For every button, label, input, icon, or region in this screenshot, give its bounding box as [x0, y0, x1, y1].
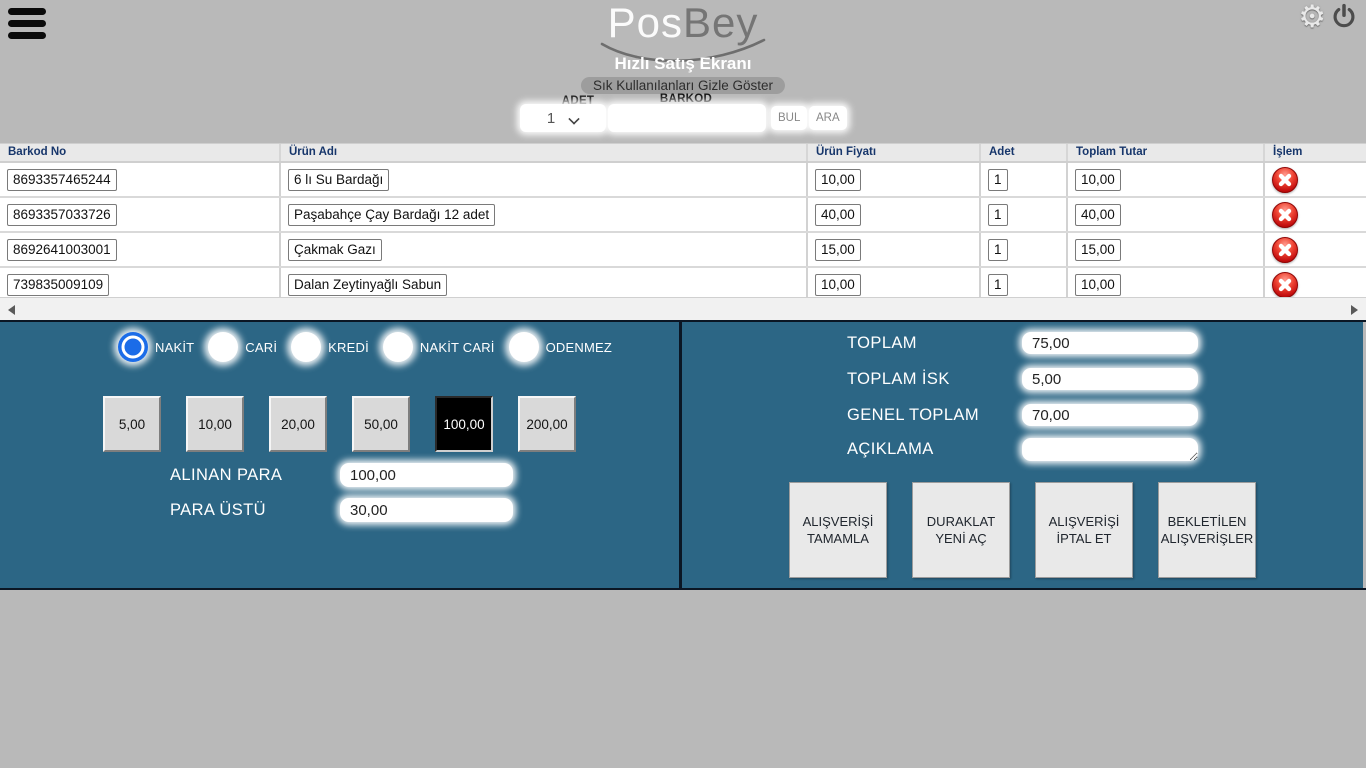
quantity-select[interactable]: 1 [520, 104, 606, 132]
sale-items-table: Barkod No Ürün Adı Ürün Fiyatı Adet Topl… [0, 143, 1366, 303]
power-icon[interactable] [1330, 3, 1358, 31]
discount-row: TOPLAM İSK [847, 368, 1198, 390]
quick-entry-row: ADET BARKOD 1 BUL ARA [0, 92, 1366, 140]
product-name-field[interactable]: 6 lı Su Bardağı [288, 169, 389, 191]
horizontal-scrollbar[interactable] [0, 297, 1366, 320]
barcode-field[interactable]: 8693357465244 [7, 169, 117, 191]
denom-10-button[interactable]: 10,00 [186, 396, 244, 452]
total-row: TOPLAM [847, 332, 1198, 354]
radio-circle-icon[interactable] [509, 332, 539, 362]
find-button[interactable]: BUL [771, 106, 807, 130]
radio-circle-icon[interactable] [208, 332, 238, 362]
cancel-sale-button[interactable]: ALIŞVERİŞİ İPTAL ET [1035, 482, 1133, 578]
radio-cari[interactable]: CARİ [208, 332, 277, 362]
change-input[interactable] [340, 498, 513, 522]
denom-20-button[interactable]: 20,00 [269, 396, 327, 452]
description-row: AÇIKLAMA [847, 438, 1198, 461]
radio-circle-icon[interactable] [291, 332, 321, 362]
scroll-right-icon[interactable] [1351, 305, 1358, 315]
table-row: 8692641003001 Çakmak Gazı 15,00 1 15,00 [0, 233, 1366, 268]
payment-method-radios: NAKİT CARİ KREDİ NAKİT CARİ ODENMEZ [118, 332, 626, 362]
table-row: 8693357465244 6 lı Su Bardağı 10,00 1 10… [0, 163, 1366, 198]
product-name-field[interactable]: Çakmak Gazı [288, 239, 382, 261]
radio-kredi[interactable]: KREDİ [291, 332, 369, 362]
denom-5-button[interactable]: 5,00 [103, 396, 161, 452]
line-total-field[interactable]: 15,00 [1075, 239, 1121, 261]
radio-odenmez[interactable]: ODENMEZ [509, 332, 612, 362]
posbey-logo: PosBey [0, 0, 1366, 54]
denom-200-button[interactable]: 200,00 [518, 396, 576, 452]
delete-row-icon[interactable] [1272, 167, 1298, 193]
barcode-field[interactable]: 8693357033726 [7, 204, 117, 226]
barcode-field[interactable]: 739835009109 [7, 274, 109, 296]
product-name-field[interactable]: Paşabahçe Çay Bardağı 12 adet [288, 204, 495, 226]
toplam-label: TOPLAM [847, 334, 1022, 353]
search-button[interactable]: ARA [809, 106, 847, 130]
pause-open-new-button[interactable]: DURAKLAT YENİ AÇ [912, 482, 1010, 578]
radio-label: ODENMEZ [546, 340, 612, 355]
denomination-buttons: 5,00 10,00 20,00 50,00 100,00 200,00 [103, 396, 601, 452]
totals-panel: TOPLAM TOPLAM İSK GENEL TOPLAM AÇIKLAMA … [682, 322, 1363, 588]
radio-label: KREDİ [328, 340, 369, 355]
top-header: PosBey Hızlı Satış Ekranı Sık Kullanılan… [0, 0, 1366, 143]
radio-nakit[interactable]: NAKİT [118, 332, 194, 362]
delete-row-icon[interactable] [1272, 272, 1298, 298]
price-field[interactable]: 10,00 [815, 274, 861, 296]
grand-total-row: GENEL TOPLAM [847, 404, 1198, 426]
price-field[interactable]: 10,00 [815, 169, 861, 191]
qty-field[interactable]: 1 [988, 239, 1008, 261]
held-sales-button[interactable]: BEKLETİLEN ALIŞVERİŞLER [1158, 482, 1256, 578]
col-islem: İşlem [1265, 144, 1366, 161]
product-name-field[interactable]: Dalan Zeytinyağlı Sabun [288, 274, 447, 296]
payment-panel: NAKİT CARİ KREDİ NAKİT CARİ ODENMEZ 5,00… [0, 322, 682, 588]
grand-total-input[interactable] [1022, 404, 1198, 426]
quantity-select-value: 1 [547, 110, 555, 127]
radio-label: CARİ [245, 340, 277, 355]
page-title: Hızlı Satış Ekranı [0, 54, 1366, 74]
col-adet: Adet [981, 144, 1068, 161]
price-field[interactable]: 15,00 [815, 239, 861, 261]
qty-field[interactable]: 1 [988, 169, 1008, 191]
aciklama-label: AÇIKLAMA [847, 440, 1022, 459]
description-textarea[interactable] [1022, 438, 1198, 461]
chevron-down-icon [569, 113, 579, 123]
radio-nakit-cari[interactable]: NAKİT CARİ [383, 332, 495, 362]
settings-gear-icon[interactable]: ⚙ [1298, 0, 1326, 34]
line-total-field[interactable]: 10,00 [1075, 274, 1121, 296]
barcode-input[interactable] [608, 104, 766, 132]
total-input[interactable] [1022, 332, 1198, 354]
line-total-field[interactable]: 40,00 [1075, 204, 1121, 226]
payment-section: NAKİT CARİ KREDİ NAKİT CARİ ODENMEZ 5,00… [0, 320, 1366, 590]
col-urun-fiyati: Ürün Fiyatı [808, 144, 981, 161]
table-row: 8693357033726 Paşabahçe Çay Bardağı 12 a… [0, 198, 1366, 233]
toplam-isk-label: TOPLAM İSK [847, 370, 1022, 389]
col-barkod-no: Barkod No [0, 144, 281, 161]
change-row: PARA ÜSTÜ [170, 498, 513, 522]
scroll-left-icon[interactable] [8, 305, 15, 315]
denom-100-button[interactable]: 100,00 [435, 396, 493, 452]
action-buttons: ALIŞVERİŞİ TAMAMLA DURAKLAT YENİ AÇ ALIŞ… [789, 482, 1281, 578]
delete-row-icon[interactable] [1272, 237, 1298, 263]
alinan-para-label: ALINAN PARA [170, 466, 340, 485]
qty-field[interactable]: 1 [988, 274, 1008, 296]
complete-sale-button[interactable]: ALIŞVERİŞİ TAMAMLA [789, 482, 887, 578]
discount-input[interactable] [1022, 368, 1198, 390]
radio-label: NAKİT [155, 340, 194, 355]
radio-label: NAKİT CARİ [420, 340, 495, 355]
denom-50-button[interactable]: 50,00 [352, 396, 410, 452]
qty-field[interactable]: 1 [988, 204, 1008, 226]
delete-row-icon[interactable] [1272, 202, 1298, 228]
barcode-field[interactable]: 8692641003001 [7, 239, 117, 261]
received-money-row: ALINAN PARA [170, 463, 513, 487]
radio-circle-icon[interactable] [383, 332, 413, 362]
col-urun-adi: Ürün Adı [281, 144, 808, 161]
para-ustu-label: PARA ÜSTÜ [170, 501, 340, 520]
radio-circle-icon[interactable] [118, 332, 148, 362]
received-money-input[interactable] [340, 463, 513, 487]
table-header-row: Barkod No Ürün Adı Ürün Fiyatı Adet Topl… [0, 143, 1366, 163]
line-total-field[interactable]: 10,00 [1075, 169, 1121, 191]
genel-toplam-label: GENEL TOPLAM [847, 406, 1022, 425]
col-toplam-tutar: Toplam Tutar [1068, 144, 1265, 161]
price-field[interactable]: 40,00 [815, 204, 861, 226]
